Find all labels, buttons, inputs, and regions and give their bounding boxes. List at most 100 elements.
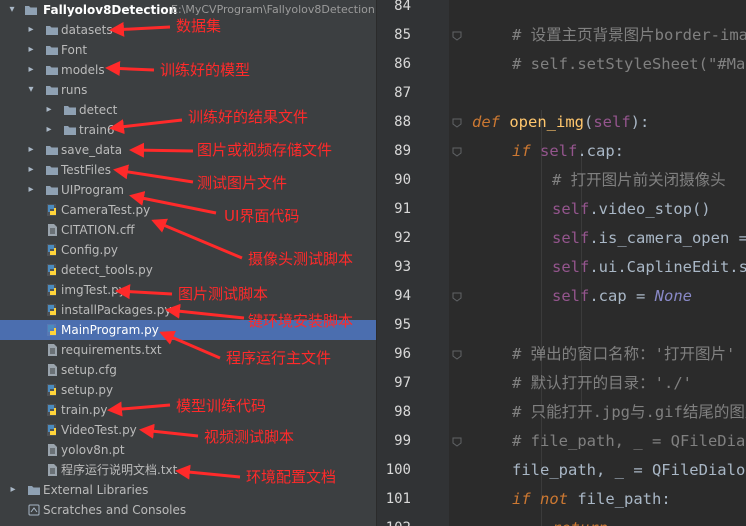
folder-item[interactable]: ▸ Font — [0, 40, 376, 60]
line-number: 94 — [394, 288, 411, 304]
folder-icon — [45, 163, 59, 177]
file-item[interactable]: CameraTest.py — [0, 200, 376, 220]
code-line[interactable]: # 只能打开.jpg与.gif结尾的图片文件 — [512, 398, 746, 427]
chevron-down-icon[interactable]: ▾ — [6, 0, 18, 20]
chevron-right-icon[interactable]: ▸ — [25, 160, 37, 180]
file-item[interactable]: yolov8n.pt — [0, 440, 376, 460]
chevron-down-icon[interactable]: ▾ — [25, 80, 37, 100]
code-line[interactable]: # self.setStyleSheet("#MainWindow{border… — [512, 50, 746, 79]
code-line[interactable]: # 打开图片前关闭摄像头 — [552, 166, 726, 195]
code-line[interactable]: return — [552, 514, 608, 526]
chevron-right-icon[interactable]: ▸ — [25, 60, 37, 80]
python-file-icon — [45, 303, 59, 317]
fold-close-icon[interactable] — [450, 434, 464, 448]
folder-icon — [45, 183, 59, 197]
scratches-icon — [27, 503, 41, 517]
folder-item[interactable]: ▸ UIProgram — [0, 180, 376, 200]
code-line[interactable]: # 设置主页背景图片border-image — [512, 21, 746, 50]
tree-item-label: VideoTest.py — [61, 423, 137, 437]
code-line[interactable]: self.ui.CaplineEdit.setText('摄像头未开启') — [552, 253, 746, 282]
function-name: open_img — [509, 113, 584, 131]
annotation-label: 键环境安装脚本 — [248, 312, 354, 330]
python-file-icon — [45, 403, 59, 417]
tree-item-label: imgTest.py — [61, 283, 126, 297]
keyword: def — [472, 113, 500, 131]
keyword: not — [540, 490, 569, 508]
code-text: .cap: — [577, 142, 625, 160]
annotation-label: 训练好的模型 — [160, 61, 251, 79]
annotation-label: 图片或视频存储文件 — [197, 141, 333, 159]
tree-item-label: save_data — [61, 143, 123, 157]
folder-icon — [45, 63, 59, 77]
code-text: ( — [584, 113, 594, 131]
annotation-label: 环境配置文档 — [246, 468, 337, 486]
comment: # 设置主页背景图片border-image — [512, 26, 746, 44]
tree-item-label: detect_tools.py — [61, 263, 153, 277]
code-text: file_path: — [568, 490, 671, 508]
folder-item[interactable]: ▾ runs — [0, 80, 376, 100]
comment: # self.setStyleSheet("#MainWindow{border… — [512, 55, 746, 73]
text-file-icon — [45, 363, 59, 377]
code-line[interactable]: # 默认打开的目录：'./' — [512, 369, 692, 398]
line-number: 85 — [394, 27, 411, 43]
tree-item-label: Font — [61, 43, 88, 57]
tree-item-label: TestFiles — [61, 163, 111, 177]
fold-open-icon[interactable] — [450, 28, 464, 42]
code-line[interactable]: # file_path, _ = QFileDialog.getOpenFile… — [512, 427, 746, 456]
fold-close-icon[interactable] — [450, 289, 464, 303]
tree-item-label: models — [61, 63, 105, 77]
chevron-right-icon[interactable]: ▸ — [25, 180, 37, 200]
fold-open-icon[interactable] — [450, 115, 464, 129]
folder-icon — [45, 143, 59, 157]
self-keyword: self — [593, 113, 631, 131]
code-text: .video_stop() — [589, 200, 711, 218]
comment: # file_path, _ = QFileDialog.getOpenFile… — [512, 432, 746, 450]
chevron-right-icon[interactable]: ▸ — [7, 480, 19, 500]
folder-icon — [45, 83, 59, 97]
code-line[interactable]: self.cap = None — [552, 282, 692, 311]
tree-item-label: CameraTest.py — [61, 203, 151, 217]
code-editor[interactable]: 84 85 86 87 88 89 90 91 92 93 94 95 96 97 98 99 100 101 10… — [377, 0, 746, 526]
line-number: 88 — [394, 114, 411, 130]
code-line[interactable]: self.is_camera_open = False — [552, 224, 746, 253]
line-number: 97 — [394, 375, 411, 391]
chevron-right-icon[interactable]: ▸ — [43, 120, 55, 140]
chevron-right-icon[interactable]: ▸ — [25, 140, 37, 160]
line-number: 101 — [385, 491, 411, 507]
python-file-icon — [45, 323, 59, 337]
fold-open-icon[interactable] — [450, 144, 464, 158]
chevron-right-icon[interactable]: ▸ — [25, 40, 37, 60]
folder-icon — [24, 3, 38, 17]
none-constant: None — [654, 287, 692, 305]
annotation-label: 数据集 — [176, 17, 222, 35]
file-item[interactable]: CITATION.cff — [0, 220, 376, 240]
code-text: ): — [630, 113, 650, 131]
code-line[interactable]: file_path, _ = QFileDialog.getOpenFileNa… — [512, 456, 746, 485]
self-keyword: self — [552, 200, 590, 218]
line-number: 84 — [394, 0, 411, 14]
folder-icon — [45, 43, 59, 57]
keyword: return — [552, 519, 608, 526]
tree-item-label: runs — [61, 83, 88, 97]
file-item[interactable]: VideoTest.py — [0, 420, 376, 440]
annotation-label: 视频测试脚本 — [204, 428, 295, 446]
file-item[interactable]: Scratches and Consoles — [0, 500, 376, 520]
code-line[interactable]: def open_img(self): — [472, 108, 649, 137]
annotation-label: 测试图片文件 — [197, 174, 288, 192]
tree-item-label: setup.py — [61, 383, 114, 397]
code-line[interactable]: if not file_path: — [512, 485, 671, 514]
code-line[interactable]: self.video_stop() — [552, 195, 711, 224]
comment: # 默认打开的目录：'./' — [512, 374, 692, 392]
code-line[interactable]: if self.cap: — [512, 137, 624, 166]
fold-open-icon[interactable] — [450, 347, 464, 361]
chevron-right-icon[interactable]: ▸ — [25, 20, 37, 40]
folder-item[interactable]: ▸ TestFiles — [0, 160, 376, 180]
chevron-right-icon[interactable]: ▸ — [43, 100, 55, 120]
code-line[interactable]: # 弹出的窗口名称：'打开图片' — [512, 340, 735, 369]
tree-item-label: detect — [79, 103, 118, 117]
line-number: 98 — [394, 404, 411, 420]
tree-item-label: train6 — [79, 123, 115, 137]
self-keyword: self — [552, 229, 590, 247]
tree-item-label: Config.py — [61, 243, 119, 257]
code-text: file_path, _ = QFileDialog.getOpenFileNa… — [512, 461, 746, 479]
